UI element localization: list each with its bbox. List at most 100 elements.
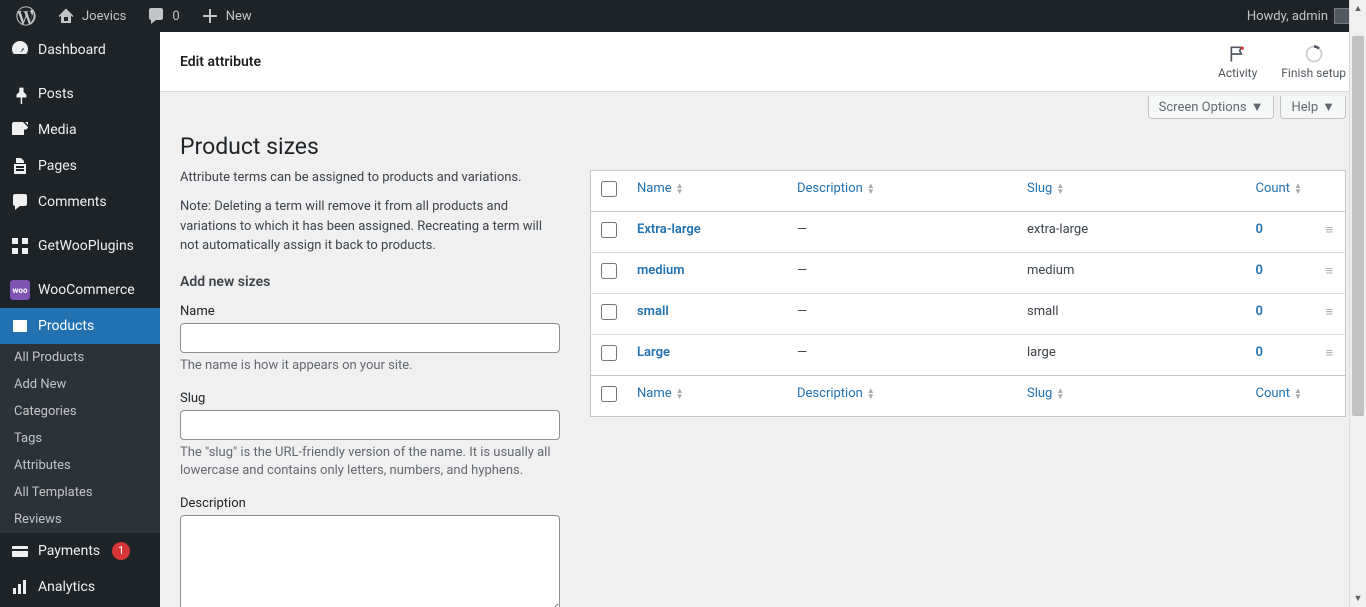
chevron-down-icon: ▼ xyxy=(1322,99,1335,115)
activity-label: Activity xyxy=(1218,66,1257,80)
finish-label: Finish setup xyxy=(1281,66,1346,80)
menu-pages[interactable]: Pages xyxy=(0,148,160,184)
comment-bubble-icon xyxy=(146,6,166,26)
table-row: small — small 0 ≡ xyxy=(591,294,1346,335)
note-text: Note: Deleting a term will remove it fro… xyxy=(180,197,560,256)
submenu-add-new[interactable]: Add New xyxy=(0,371,160,398)
sort-icon: ▲▼ xyxy=(867,183,875,195)
name-label: Name xyxy=(180,304,560,319)
row-checkbox[interactable] xyxy=(601,345,617,361)
help-toggle[interactable]: Help ▼ xyxy=(1280,96,1346,119)
row-checkbox[interactable] xyxy=(601,304,617,320)
name-input[interactable] xyxy=(180,323,560,353)
term-name-link[interactable]: small xyxy=(637,304,669,319)
screen-options-toggle[interactable]: Screen Options ▼ xyxy=(1148,96,1275,119)
new-content-link[interactable]: New xyxy=(192,0,260,32)
finish-setup-button[interactable]: Finish setup xyxy=(1281,44,1346,80)
sort-slug-foot[interactable]: Slug▲▼ xyxy=(1027,386,1064,401)
menu-comments[interactable]: Comments xyxy=(0,184,160,220)
payments-badge: 1 xyxy=(112,542,130,560)
menu-payments[interactable]: Payments 1 xyxy=(0,533,160,569)
menu-posts[interactable]: Posts xyxy=(0,76,160,112)
site-name: Joevics xyxy=(82,9,126,24)
activity-button[interactable]: Activity xyxy=(1218,44,1257,80)
site-name-link[interactable]: Joevics xyxy=(48,0,134,32)
select-all-checkbox-foot[interactable] xyxy=(601,386,617,402)
menu-label: Dashboard xyxy=(38,42,106,58)
page-title: Product sizes xyxy=(180,133,1346,160)
sort-icon: ▲▼ xyxy=(1056,388,1064,400)
woo-icon: woo xyxy=(10,280,30,300)
menu-label: WooCommerce xyxy=(38,282,135,298)
submenu-all-templates[interactable]: All Templates xyxy=(0,479,160,506)
account-link[interactable]: Howdy, admin xyxy=(1247,8,1358,24)
menu-media[interactable]: Media xyxy=(0,112,160,148)
submenu-tags[interactable]: Tags xyxy=(0,425,160,452)
vertical-scrollbar[interactable]: ▲ ▼ xyxy=(1349,32,1366,607)
submenu-categories[interactable]: Categories xyxy=(0,398,160,425)
term-desc: — xyxy=(787,294,1017,335)
scrollbar-thumb[interactable] xyxy=(1352,36,1364,416)
sort-icon: ▲▼ xyxy=(676,183,684,195)
sort-desc[interactable]: Description▲▼ xyxy=(797,181,875,196)
term-name-link[interactable]: Extra-large xyxy=(637,222,701,237)
form-heading: Add new sizes xyxy=(180,274,560,290)
sort-icon: ▲▼ xyxy=(1294,388,1302,400)
term-slug: medium xyxy=(1017,253,1246,294)
wp-logo[interactable] xyxy=(8,0,44,32)
select-all-checkbox[interactable] xyxy=(601,181,617,197)
submenu-all-products[interactable]: All Products xyxy=(0,344,160,371)
sort-name-foot[interactable]: Name▲▼ xyxy=(637,386,684,401)
term-slug: small xyxy=(1017,294,1246,335)
page-topbar: Edit attribute Activity Finish setup xyxy=(160,32,1366,92)
term-count-link[interactable]: 0 xyxy=(1256,222,1263,237)
menu-analytics[interactable]: Analytics xyxy=(0,569,160,605)
drag-handle-icon[interactable]: ≡ xyxy=(1326,305,1334,320)
sort-count[interactable]: Count▲▼ xyxy=(1256,181,1302,196)
term-slug: large xyxy=(1017,335,1246,376)
plus-icon xyxy=(200,6,220,26)
menu-label: Posts xyxy=(38,86,74,102)
term-slug: extra-large xyxy=(1017,212,1246,253)
topbar-title: Edit attribute xyxy=(180,54,261,70)
menu-label: Products xyxy=(38,318,94,334)
sort-name[interactable]: Name▲▼ xyxy=(637,181,684,196)
table-row: medium — medium 0 ≡ xyxy=(591,253,1346,294)
slug-input[interactable] xyxy=(180,410,560,440)
desc-input[interactable] xyxy=(180,515,560,607)
term-count-link[interactable]: 0 xyxy=(1256,345,1263,360)
menu-products[interactable]: Products xyxy=(0,308,160,344)
row-checkbox[interactable] xyxy=(601,263,617,279)
term-count-link[interactable]: 0 xyxy=(1256,263,1263,278)
products-submenu: All Products Add New Categories Tags Att… xyxy=(0,344,160,533)
scroll-down-arrow[interactable]: ▼ xyxy=(1350,590,1366,607)
sort-icon: ▲▼ xyxy=(867,388,875,400)
submenu-reviews[interactable]: Reviews xyxy=(0,506,160,533)
term-desc: — xyxy=(787,253,1017,294)
submenu-attributes[interactable]: Attributes xyxy=(0,452,160,479)
term-count-link[interactable]: 0 xyxy=(1256,304,1263,319)
drag-handle-icon[interactable]: ≡ xyxy=(1326,346,1334,361)
menu-woocommerce[interactable]: woo WooCommerce xyxy=(0,272,160,308)
row-checkbox[interactable] xyxy=(601,222,617,238)
howdy-text: Howdy, admin xyxy=(1247,9,1328,24)
sort-count-foot[interactable]: Count▲▼ xyxy=(1256,386,1302,401)
sort-desc-foot[interactable]: Description▲▼ xyxy=(797,386,875,401)
menu-dashboard[interactable]: Dashboard xyxy=(0,32,160,68)
chevron-down-icon: ▼ xyxy=(1251,99,1264,115)
name-help: The name is how it appears on your site. xyxy=(180,357,560,375)
terms-table: Name▲▼ Description▲▼ Slug▲▼ Count▲▼ Extr… xyxy=(590,170,1346,417)
sort-slug[interactable]: Slug▲▼ xyxy=(1027,181,1064,196)
comment-count: 0 xyxy=(172,9,179,24)
menu-label: Analytics xyxy=(38,579,95,595)
home-icon xyxy=(56,6,76,26)
drag-handle-icon[interactable]: ≡ xyxy=(1326,264,1334,279)
comments-link[interactable]: 0 xyxy=(138,0,187,32)
desc-label: Description xyxy=(180,496,560,511)
menu-label: Media xyxy=(38,122,77,138)
term-name-link[interactable]: medium xyxy=(637,263,685,278)
sort-icon: ▲▼ xyxy=(676,388,684,400)
menu-getwooplugins[interactable]: GetWooPlugins xyxy=(0,228,160,264)
term-name-link[interactable]: Large xyxy=(637,345,670,360)
drag-handle-icon[interactable]: ≡ xyxy=(1326,223,1334,238)
